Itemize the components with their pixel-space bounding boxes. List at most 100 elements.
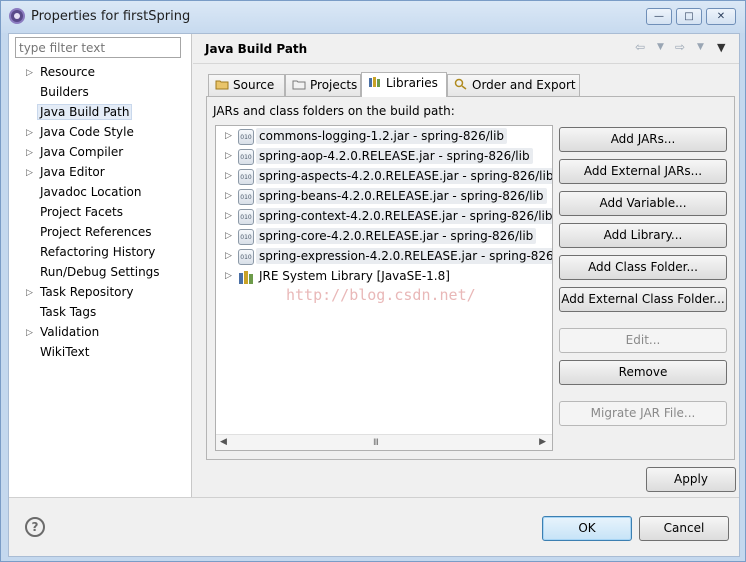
list-item[interactable]: ▷ JRE System Library [JavaSE-1.8] xyxy=(216,267,552,287)
sidebar-item[interactable]: ▷ Java Code Style xyxy=(9,123,192,143)
list-item-label: spring-context-4.2.0.RELEASE.jar - sprin… xyxy=(256,208,552,224)
expand-arrow-icon[interactable]: ▷ xyxy=(26,167,36,179)
expand-arrow-icon[interactable]: ▷ xyxy=(26,127,36,139)
libraries-panel: JARs and class folders on the build path… xyxy=(206,96,735,460)
expand-arrow-icon[interactable]: ▷ xyxy=(225,151,232,161)
sidebar-item-label: Refactoring History xyxy=(40,245,156,259)
expand-arrow-icon[interactable]: ▷ xyxy=(26,147,36,159)
scroll-left-icon[interactable]: ◀ xyxy=(220,437,227,447)
tab-libraries-label: Libraries xyxy=(386,76,438,90)
sidebar-item[interactable]: ▷ Validation xyxy=(9,323,192,343)
expand-arrow-icon[interactable]: ▷ xyxy=(225,211,232,221)
sidebar-item-label: Javadoc Location xyxy=(40,185,142,199)
sidebar-item[interactable]: Task Tags xyxy=(9,303,192,323)
libraries-caption: JARs and class folders on the build path… xyxy=(213,104,455,118)
expand-arrow-icon[interactable]: ▷ xyxy=(26,67,36,79)
add-library-button[interactable]: Add Library... xyxy=(559,223,727,248)
list-item[interactable]: ▷ 010 spring-context-4.2.0.RELEASE.jar - s… xyxy=(216,207,552,227)
ok-button[interactable]: OK xyxy=(542,516,632,541)
dialog-client-area: ▷ResourceBuildersJava Build Path▷Java Co… xyxy=(8,33,740,557)
horizontal-scrollbar[interactable]: ◀ III ▶ xyxy=(216,434,552,450)
sidebar-item[interactable]: WikiText xyxy=(9,343,192,363)
sidebar-item[interactable]: Javadoc Location xyxy=(9,183,192,203)
close-button[interactable]: ✕ xyxy=(706,8,736,25)
sidebar-item[interactable]: Run/Debug Settings xyxy=(9,263,192,283)
add-class-folder-button[interactable]: Add Class Folder... xyxy=(559,255,727,280)
tab-projects[interactable]: Projects xyxy=(285,74,361,96)
edit-button[interactable]: Edit... xyxy=(559,328,727,353)
sidebar-item[interactable]: Project References xyxy=(9,223,192,243)
expand-arrow-icon[interactable]: ▷ xyxy=(225,231,232,241)
tab-order-export[interactable]: Order and Export xyxy=(447,74,580,96)
sidebar-item[interactable]: Java Build Path xyxy=(9,103,192,123)
expand-arrow-icon[interactable]: ▷ xyxy=(225,271,232,281)
scroll-thumb[interactable]: III xyxy=(373,438,379,448)
jar-icon: 010 xyxy=(238,209,254,225)
jar-icon: 010 xyxy=(238,189,254,205)
filter-input[interactable] xyxy=(15,37,181,58)
libraries-icon xyxy=(368,76,382,88)
add-external-jars-button[interactable]: Add External JARs... xyxy=(559,159,727,184)
tab-projects-label: Projects xyxy=(310,78,358,92)
expand-arrow-icon[interactable]: ▷ xyxy=(225,191,232,201)
sidebar-item-label: Java Build Path xyxy=(37,104,133,120)
property-page: Java Build Path ⇦ ▼ ⇨ ▼ ▼ Source Project… xyxy=(193,34,739,497)
sidebar-item-label: Validation xyxy=(40,325,100,339)
sidebar-item[interactable]: ▷ Task Repository xyxy=(9,283,192,303)
add-external-class-folder-button[interactable]: Add External Class Folder... xyxy=(559,287,727,312)
forward-dropdown-icon[interactable]: ▼ xyxy=(697,42,704,52)
expand-arrow-icon[interactable]: ▷ xyxy=(26,287,36,299)
jar-icon: 010 xyxy=(238,249,254,265)
sidebar-item[interactable]: ▷ Java Editor xyxy=(9,163,192,183)
help-icon[interactable]: ? xyxy=(25,517,45,537)
cancel-button[interactable]: Cancel xyxy=(639,516,729,541)
expand-arrow-icon[interactable]: ▷ xyxy=(225,251,232,261)
eclipse-icon xyxy=(9,8,25,24)
sidebar-item-label: Project References xyxy=(40,225,152,239)
forward-icon[interactable]: ⇨ xyxy=(675,40,685,54)
remove-button[interactable]: Remove xyxy=(559,360,727,385)
properties-dialog: Properties for firstSpring — □ ✕ ▷ Resour… xyxy=(0,0,746,562)
maximize-button[interactable]: □ xyxy=(676,8,702,25)
list-item[interactable]: ▷ 010 spring-beans-4.2.0.RELEASE.jar - spr… xyxy=(216,187,552,207)
list-item-label: JRE System Library [JavaSE-1.8] xyxy=(259,269,450,283)
sidebar-item[interactable]: ▷ Java Compiler xyxy=(9,143,192,163)
list-item[interactable]: ▷ 010 spring-core-4.2.0.RELEASE.jar - spri… xyxy=(216,227,552,247)
list-item[interactable]: ▷ 010 commons-logging-1.2.jar - spring-826… xyxy=(216,127,552,147)
minimize-button[interactable]: — xyxy=(646,8,672,25)
watermark-text: http://blog.csdn.net/ xyxy=(286,286,476,304)
migrate-jar-button[interactable]: Migrate JAR File... xyxy=(559,401,727,426)
page-navigation: ⇦ ▼ ⇨ ▼ ▼ xyxy=(635,40,731,56)
sidebar-item[interactable]: ▷ Resource xyxy=(9,63,192,83)
list-item[interactable]: ▷ 010 spring-aop-4.2.0.RELEASE.jar - sprin… xyxy=(216,147,552,167)
expand-arrow-icon[interactable]: ▷ xyxy=(225,171,232,181)
add-variable-button[interactable]: Add Variable... xyxy=(559,191,727,216)
add-jars-button[interactable]: Add JARs... xyxy=(559,127,727,152)
list-item-label: spring-aspects-4.2.0.RELEASE.jar - sprin… xyxy=(256,168,552,184)
sidebar-item-label: Task Tags xyxy=(40,305,97,319)
back-icon[interactable]: ⇦ xyxy=(635,40,645,54)
sidebar-item-label: Run/Debug Settings xyxy=(40,265,160,279)
tab-source[interactable]: Source xyxy=(208,74,285,96)
jar-icon: 010 xyxy=(238,149,254,165)
view-menu-icon[interactable]: ▼ xyxy=(717,41,725,54)
tab-libraries[interactable]: Libraries xyxy=(361,72,447,97)
sidebar-item[interactable]: Project Facets xyxy=(9,203,192,223)
sidebar-item-label: Java Code Style xyxy=(40,125,134,139)
expand-arrow-icon[interactable]: ▷ xyxy=(225,131,232,141)
expand-arrow-icon[interactable]: ▷ xyxy=(26,327,36,339)
list-item-label: spring-beans-4.2.0.RELEASE.jar - spring-… xyxy=(256,188,547,204)
apply-button[interactable]: Apply xyxy=(646,467,736,492)
sidebar-item[interactable]: Builders xyxy=(9,83,192,103)
source-folder-icon xyxy=(215,78,229,90)
property-page-tree: ▷ResourceBuildersJava Build Path▷Java Co… xyxy=(9,34,192,497)
scroll-right-icon[interactable]: ▶ xyxy=(539,437,546,447)
sidebar-item[interactable]: Refactoring History xyxy=(9,243,192,263)
title-bar[interactable]: Properties for firstSpring — □ ✕ xyxy=(1,1,745,33)
build-path-list[interactable]: http://blog.csdn.net/ ◀ III ▶ ▷ 010 common… xyxy=(215,125,553,451)
sidebar-item-label: Task Repository xyxy=(40,285,134,299)
back-dropdown-icon[interactable]: ▼ xyxy=(657,42,664,52)
list-item[interactable]: ▷ 010 spring-aspects-4.2.0.RELEASE.jar - s… xyxy=(216,167,552,187)
list-item[interactable]: ▷ 010 spring-expression-4.2.0.RELEASE.jar … xyxy=(216,247,552,267)
footer-separator xyxy=(9,497,739,498)
